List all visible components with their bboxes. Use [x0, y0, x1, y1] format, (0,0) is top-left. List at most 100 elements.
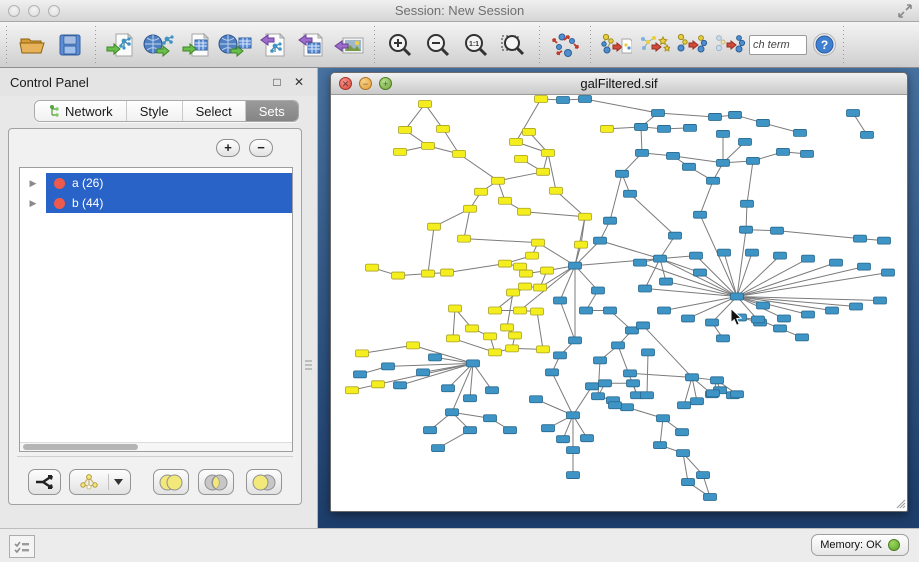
graph-node[interactable]: [504, 427, 517, 434]
horizontal-scrollbar[interactable]: [20, 442, 292, 451]
graph-node[interactable]: [382, 363, 395, 370]
graph-node[interactable]: [499, 197, 512, 204]
graph-node[interactable]: [535, 95, 548, 102]
graph-node[interactable]: [429, 354, 442, 361]
scrollbar-thumb[interactable]: [23, 444, 138, 450]
graph-node[interactable]: [676, 429, 689, 436]
graph-node[interactable]: [557, 436, 570, 443]
graph-node[interactable]: [830, 259, 843, 266]
graph-node[interactable]: [519, 283, 532, 290]
graph-node[interactable]: [691, 398, 704, 405]
graph-node[interactable]: [394, 148, 407, 155]
expand-arrow-icon[interactable]: ▶: [20, 198, 46, 209]
graph-node[interactable]: [579, 213, 592, 220]
graph-node[interactable]: [554, 297, 567, 304]
graph-node[interactable]: [428, 223, 441, 230]
graph-node[interactable]: [567, 447, 580, 454]
graph-node[interactable]: [658, 125, 671, 132]
graph-node[interactable]: [510, 138, 523, 145]
graph-node[interactable]: [654, 442, 667, 449]
graph-node[interactable]: [706, 319, 719, 326]
network-canvas[interactable]: [331, 95, 907, 511]
graph-node[interactable]: [449, 305, 462, 312]
graph-node[interactable]: [882, 269, 895, 276]
graph-node[interactable]: [757, 302, 770, 309]
graph-node[interactable]: [874, 297, 887, 304]
zoom-actual-size-button[interactable]: 1:1: [457, 25, 495, 65]
graph-node[interactable]: [657, 415, 670, 422]
network-view-window[interactable]: ✕ − + galFiltered.sif: [330, 72, 908, 512]
zoom-out-button[interactable]: [419, 25, 457, 65]
graph-node[interactable]: [667, 152, 680, 159]
graph-node[interactable]: [694, 269, 707, 276]
graph-node[interactable]: [523, 128, 536, 135]
search-input[interactable]: [749, 35, 807, 55]
graph-node[interactable]: [366, 264, 379, 271]
graph-node[interactable]: [514, 263, 527, 270]
graph-node[interactable]: [778, 315, 791, 322]
graph-node[interactable]: [594, 237, 607, 244]
graph-node[interactable]: [580, 307, 593, 314]
graph-node[interactable]: [422, 142, 435, 149]
graph-node[interactable]: [677, 450, 690, 457]
import-network-url-button[interactable]: [140, 25, 178, 65]
import-table-file-button[interactable]: [178, 25, 216, 65]
new-network-from-selection-button[interactable]: [597, 25, 635, 65]
graph-node[interactable]: [520, 270, 533, 277]
graph-node[interactable]: [484, 333, 497, 340]
graph-node[interactable]: [729, 111, 742, 118]
graph-node[interactable]: [534, 284, 547, 291]
graph-node[interactable]: [442, 385, 455, 392]
graph-node[interactable]: [717, 130, 730, 137]
graph-node[interactable]: [422, 270, 435, 277]
graph-node[interactable]: [635, 123, 648, 130]
fullscreen-icon[interactable]: [897, 3, 913, 19]
graph-node[interactable]: [356, 350, 369, 357]
graph-node[interactable]: [624, 190, 637, 197]
graph-node[interactable]: [489, 349, 502, 356]
graph-node[interactable]: [567, 472, 580, 479]
select-from-network-button[interactable]: [711, 25, 749, 65]
graph-node[interactable]: [486, 387, 499, 394]
close-panel-button[interactable]: ✕: [291, 74, 307, 90]
task-history-button[interactable]: [9, 535, 35, 558]
help-button[interactable]: ?: [811, 32, 837, 58]
tab-sets[interactable]: Sets: [246, 101, 298, 121]
graph-node[interactable]: [604, 217, 617, 224]
graph-node[interactable]: [709, 113, 722, 120]
graph-node[interactable]: [554, 352, 567, 359]
expand-arrow-icon[interactable]: ▶: [20, 178, 46, 189]
graph-node[interactable]: [579, 95, 592, 102]
graph-node[interactable]: [660, 278, 673, 285]
graph-node[interactable]: [501, 324, 514, 331]
graph-node[interactable]: [392, 272, 405, 279]
graph-node[interactable]: [717, 159, 730, 166]
graph-node[interactable]: [642, 349, 655, 356]
graph-node[interactable]: [637, 322, 650, 329]
intersect-sets-button[interactable]: [198, 469, 234, 495]
graph-node[interactable]: [678, 402, 691, 409]
graph-node[interactable]: [407, 342, 420, 349]
graph-node[interactable]: [530, 396, 543, 403]
union-sets-button[interactable]: [153, 469, 189, 495]
graph-node[interactable]: [446, 409, 459, 416]
graph-node[interactable]: [850, 303, 863, 310]
graph-node[interactable]: [581, 435, 594, 442]
graph-node[interactable]: [802, 311, 815, 318]
graph-node[interactable]: [569, 337, 582, 344]
new-network-selected-edges-button[interactable]: [635, 25, 673, 65]
graph-node[interactable]: [658, 307, 671, 314]
graph-node[interactable]: [621, 404, 634, 411]
graph-node[interactable]: [419, 100, 432, 107]
export-table-button[interactable]: [292, 25, 330, 65]
open-session-button[interactable]: [13, 25, 51, 65]
graph-node[interactable]: [861, 131, 874, 138]
graph-node[interactable]: [741, 200, 754, 207]
window-resize-grip[interactable]: [897, 500, 905, 508]
graph-node[interactable]: [740, 226, 753, 233]
graph-node[interactable]: [601, 125, 614, 132]
tab-select[interactable]: Select: [183, 101, 246, 121]
graph-node[interactable]: [569, 262, 582, 269]
graph-node[interactable]: [847, 109, 860, 116]
graph-node[interactable]: [686, 374, 699, 381]
